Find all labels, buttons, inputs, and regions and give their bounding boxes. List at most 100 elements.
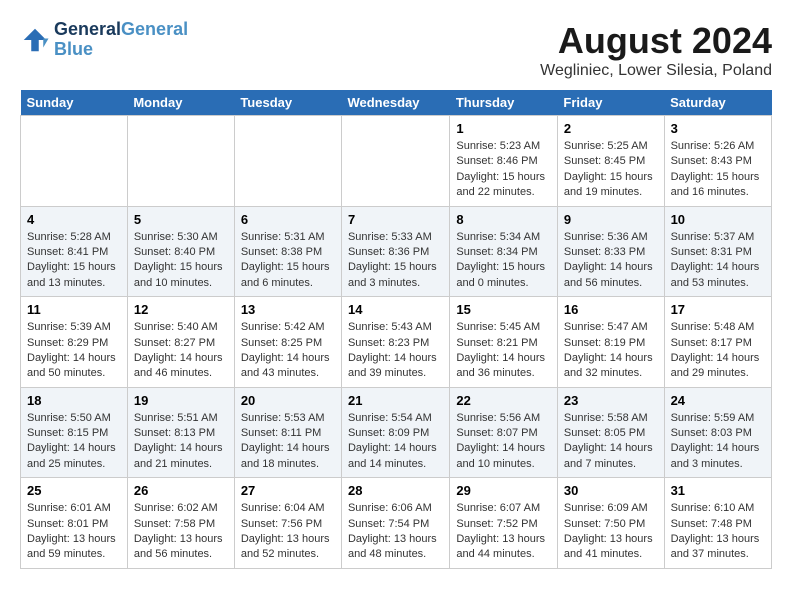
calendar-table: SundayMondayTuesdayWednesdayThursdayFrid… [20,90,772,569]
day-number: 22 [456,393,551,408]
calendar-cell: 28 Sunrise: 6:06 AM Sunset: 7:54 PM Dayli… [341,478,449,569]
day-info: Sunrise: 6:09 AM Sunset: 7:50 PM Dayligh… [564,501,658,563]
calendar-cell: 16Sunrise: 5:47 AM Sunset: 8:19 PM Dayli… [557,297,664,388]
calendar-cell: 10 Sunrise: 5:37 AM Sunset: 8:31 PM Dayli… [664,206,771,297]
header-friday: Friday [557,90,664,116]
calendar-cell: 22 Sunrise: 5:56 AM Sunset: 8:07 PM Dayli… [450,387,558,478]
calendar-cell: 31 Sunrise: 6:10 AM Sunset: 7:48 PM Dayli… [664,478,771,569]
day-info: Sunrise: 5:33 AM Sunset: 8:36 PM Dayligh… [348,230,443,292]
calendar-cell: 27Sunrise: 6:04 AM Sunset: 7:56 PM Dayli… [234,478,341,569]
calendar-cell [21,116,128,207]
day-info: Sunrise: 6:02 AM Sunset: 7:58 PM Dayligh… [134,501,228,563]
day-number: 21 [348,393,443,408]
day-number: 12 [134,302,228,317]
day-info: Sunrise: 5:37 AM Sunset: 8:31 PM Dayligh… [671,230,765,292]
day-number: 17 [671,302,765,317]
day-info: Sunrise: 5:26 AM Sunset: 8:43 PM Dayligh… [671,139,765,201]
calendar-cell: 4 Sunrise: 5:28 AM Sunset: 8:41 PM Daylig… [21,206,128,297]
calendar-cell: 11 Sunrise: 5:39 AM Sunset: 8:29 PM Dayli… [21,297,128,388]
title-block: August 2024 Wegliniec, Lower Silesia, Po… [540,20,772,80]
calendar-cell: 30 Sunrise: 6:09 AM Sunset: 7:50 PM Dayli… [557,478,664,569]
calendar-cell: 24 Sunrise: 5:59 AM Sunset: 8:03 PM Dayli… [664,387,771,478]
day-info: Sunrise: 5:42 AM Sunset: 8:25 PM Dayligh… [241,320,335,382]
day-info: Sunrise: 6:10 AM Sunset: 7:48 PM Dayligh… [671,501,765,563]
day-info: Sunrise: 5:28 AM Sunset: 8:41 PM Dayligh… [27,230,121,292]
day-info: Sunrise: 5:36 AM Sunset: 8:33 PM Dayligh… [564,230,658,292]
calendar-week-2: 4 Sunrise: 5:28 AM Sunset: 8:41 PM Daylig… [21,206,772,297]
day-number: 20 [241,393,335,408]
header-sunday: Sunday [21,90,128,116]
calendar-cell: 6Sunrise: 5:31 AM Sunset: 8:38 PM Daylig… [234,206,341,297]
calendar-cell [127,116,234,207]
day-number: 13 [241,302,335,317]
day-number: 15 [456,302,551,317]
calendar-header-row: SundayMondayTuesdayWednesdayThursdayFrid… [21,90,772,116]
day-number: 31 [671,483,765,498]
day-info: Sunrise: 6:06 AM Sunset: 7:54 PM Dayligh… [348,501,443,563]
logo-icon [20,25,50,55]
logo-text: GeneralGeneral Blue [54,20,188,60]
day-number: 28 [348,483,443,498]
day-info: Sunrise: 5:59 AM Sunset: 8:03 PM Dayligh… [671,411,765,473]
calendar-cell: 3 Sunrise: 5:26 AM Sunset: 8:43 PM Daylig… [664,116,771,207]
calendar-week-5: 25Sunrise: 6:01 AM Sunset: 8:01 PM Dayli… [21,478,772,569]
day-info: Sunrise: 5:39 AM Sunset: 8:29 PM Dayligh… [27,320,121,382]
day-info: Sunrise: 5:48 AM Sunset: 8:17 PM Dayligh… [671,320,765,382]
day-info: Sunrise: 5:30 AM Sunset: 8:40 PM Dayligh… [134,230,228,292]
calendar-cell: 26Sunrise: 6:02 AM Sunset: 7:58 PM Dayli… [127,478,234,569]
day-info: Sunrise: 6:07 AM Sunset: 7:52 PM Dayligh… [456,501,551,563]
page-header: GeneralGeneral Blue August 2024 Weglinie… [20,20,772,80]
header-monday: Monday [127,90,234,116]
day-number: 4 [27,212,121,227]
calendar-cell: 7 Sunrise: 5:33 AM Sunset: 8:36 PM Daylig… [341,206,449,297]
calendar-week-3: 11 Sunrise: 5:39 AM Sunset: 8:29 PM Dayli… [21,297,772,388]
day-info: Sunrise: 5:47 AM Sunset: 8:19 PM Dayligh… [564,320,658,382]
day-number: 27 [241,483,335,498]
day-info: Sunrise: 5:34 AM Sunset: 8:34 PM Dayligh… [456,230,551,292]
day-info: Sunrise: 5:58 AM Sunset: 8:05 PM Dayligh… [564,411,658,473]
header-tuesday: Tuesday [234,90,341,116]
day-number: 19 [134,393,228,408]
day-number: 23 [564,393,658,408]
day-number: 10 [671,212,765,227]
day-info: Sunrise: 5:45 AM Sunset: 8:21 PM Dayligh… [456,320,551,382]
day-number: 11 [27,302,121,317]
day-number: 8 [456,212,551,227]
header-thursday: Thursday [450,90,558,116]
day-number: 1 [456,121,551,136]
day-number: 30 [564,483,658,498]
day-number: 14 [348,302,443,317]
page-subtitle: Wegliniec, Lower Silesia, Poland [540,62,772,80]
day-info: Sunrise: 5:50 AM Sunset: 8:15 PM Dayligh… [27,411,121,473]
calendar-cell: 17 Sunrise: 5:48 AM Sunset: 8:17 PM Dayli… [664,297,771,388]
day-number: 18 [27,393,121,408]
day-number: 9 [564,212,658,227]
calendar-cell: 23 Sunrise: 5:58 AM Sunset: 8:05 PM Dayli… [557,387,664,478]
day-info: Sunrise: 5:51 AM Sunset: 8:13 PM Dayligh… [134,411,228,473]
calendar-cell: 15 Sunrise: 5:45 AM Sunset: 8:21 PM Dayli… [450,297,558,388]
calendar-cell: 18 Sunrise: 5:50 AM Sunset: 8:15 PM Dayli… [21,387,128,478]
page-title: August 2024 [540,20,772,62]
header-wednesday: Wednesday [341,90,449,116]
day-number: 29 [456,483,551,498]
day-number: 24 [671,393,765,408]
day-number: 5 [134,212,228,227]
day-info: Sunrise: 5:56 AM Sunset: 8:07 PM Dayligh… [456,411,551,473]
header-saturday: Saturday [664,90,771,116]
calendar-week-1: 1 Sunrise: 5:23 AM Sunset: 8:46 PM Daylig… [21,116,772,207]
logo: GeneralGeneral Blue [20,20,188,60]
day-info: Sunrise: 5:53 AM Sunset: 8:11 PM Dayligh… [241,411,335,473]
day-number: 6 [241,212,335,227]
day-info: Sunrise: 5:40 AM Sunset: 8:27 PM Dayligh… [134,320,228,382]
day-number: 3 [671,121,765,136]
day-number: 7 [348,212,443,227]
calendar-cell: 9 Sunrise: 5:36 AM Sunset: 8:33 PM Daylig… [557,206,664,297]
day-info: Sunrise: 5:43 AM Sunset: 8:23 PM Dayligh… [348,320,443,382]
calendar-cell: 29 Sunrise: 6:07 AM Sunset: 7:52 PM Dayli… [450,478,558,569]
calendar-cell: 19 Sunrise: 5:51 AM Sunset: 8:13 PM Dayli… [127,387,234,478]
day-info: Sunrise: 5:23 AM Sunset: 8:46 PM Dayligh… [456,139,551,201]
calendar-cell: 5 Sunrise: 5:30 AM Sunset: 8:40 PM Daylig… [127,206,234,297]
day-info: Sunrise: 6:01 AM Sunset: 8:01 PM Dayligh… [27,501,121,563]
day-info: Sunrise: 5:54 AM Sunset: 8:09 PM Dayligh… [348,411,443,473]
day-info: Sunrise: 5:25 AM Sunset: 8:45 PM Dayligh… [564,139,658,201]
